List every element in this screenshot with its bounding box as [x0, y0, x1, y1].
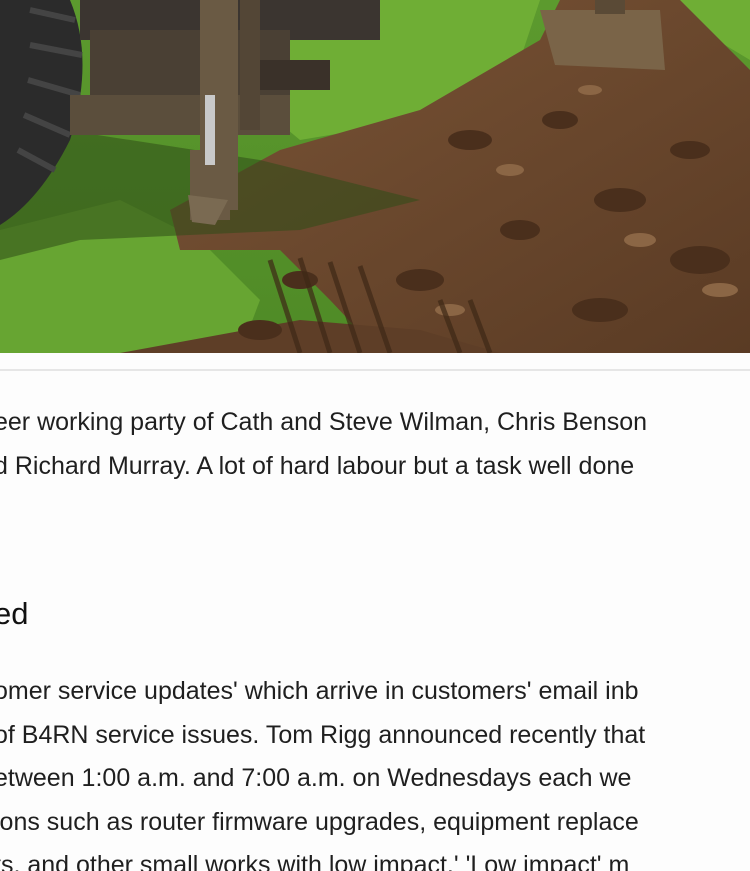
- paragraph-line: of B4RN service issues. Tom Rigg announc…: [0, 720, 646, 749]
- paragraph-line: ions such as router firmware upgrades, e…: [0, 807, 639, 836]
- article-paragraph-1: eer working party of Cath and Steve Wilm…: [0, 401, 750, 488]
- paragraph-line: etween 1:00 a.m. and 7:00 a.m. on Wednes…: [0, 764, 632, 792]
- section-heading: ed: [0, 596, 29, 631]
- paragraph-line: eer working party of Cath and Steve Wilm…: [0, 408, 648, 436]
- tractor-trench-photo: [0, 0, 750, 353]
- article-paragraph-2: omer service updates' which arrive in cu…: [0, 670, 750, 871]
- article-photo: [0, 0, 750, 353]
- paragraph-line: d Richard Murray. A lot of hard labour b…: [0, 451, 635, 480]
- paragraph-line: omer service updates' which arrive in cu…: [0, 677, 639, 705]
- section-divider: [0, 369, 750, 371]
- paragraph-line: ts, and other small works with low impac…: [0, 851, 630, 871]
